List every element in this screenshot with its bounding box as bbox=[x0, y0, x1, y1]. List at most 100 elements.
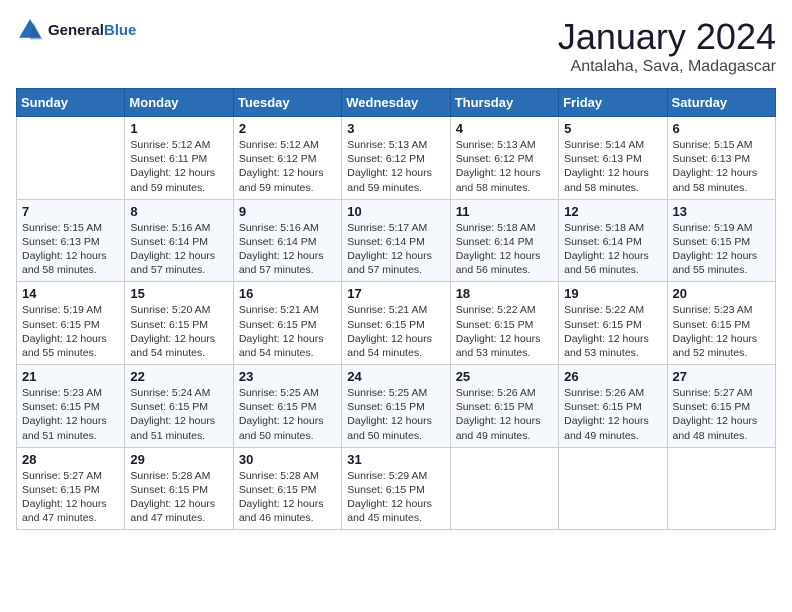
day-info: Sunrise: 5:26 AM Sunset: 6:15 PM Dayligh… bbox=[564, 386, 661, 443]
day-info: Sunrise: 5:16 AM Sunset: 6:14 PM Dayligh… bbox=[239, 221, 336, 278]
calendar-cell: 19 Sunrise: 5:22 AM Sunset: 6:15 PM Dayli… bbox=[559, 282, 667, 365]
calendar-cell: 23Sunrise: 5:25 AM Sunset: 6:15 PM Dayli… bbox=[233, 365, 341, 448]
day-info: Sunrise: 5:15 AM Sunset: 6:13 PM Dayligh… bbox=[22, 221, 119, 278]
day-info: Sunrise: 5:23 AM Sunset: 6:15 PM Dayligh… bbox=[22, 386, 119, 443]
calendar-week-row: 1Sunrise: 5:12 AM Sunset: 6:11 PM Daylig… bbox=[17, 117, 776, 200]
calendar-cell: 20Sunrise: 5:23 AM Sunset: 6:15 PM Dayli… bbox=[667, 282, 775, 365]
calendar-cell: 18 Sunrise: 5:22 AM Sunset: 6:15 PM Dayli… bbox=[450, 282, 558, 365]
calendar-week-row: 14Sunrise: 5:19 AM Sunset: 6:15 PM Dayli… bbox=[17, 282, 776, 365]
calendar-cell: 15 Sunrise: 5:20 AM Sunset: 6:15 PM Dayli… bbox=[125, 282, 233, 365]
day-info: Sunrise: 5:19 AM Sunset: 6:15 PM Dayligh… bbox=[673, 221, 770, 278]
day-number: 19 bbox=[564, 286, 661, 301]
day-info: Sunrise: 5:22 AM Sunset: 6:15 PM Dayligh… bbox=[456, 303, 553, 360]
calendar-cell bbox=[17, 117, 125, 200]
calendar-cell: 6 Sunrise: 5:15 AM Sunset: 6:13 PM Daylig… bbox=[667, 117, 775, 200]
calendar-cell: 24 Sunrise: 5:25 AM Sunset: 6:15 PM Dayli… bbox=[342, 365, 450, 448]
header-cell: Friday bbox=[559, 89, 667, 117]
day-number: 20 bbox=[673, 286, 770, 301]
calendar-cell: 30 Sunrise: 5:28 AM Sunset: 6:15 PM Dayli… bbox=[233, 447, 341, 530]
day-number: 6 bbox=[673, 121, 770, 136]
page-header: GeneralBlue January 2024 Antalaha, Sava,… bbox=[16, 16, 776, 76]
day-info: Sunrise: 5:15 AM Sunset: 6:13 PM Dayligh… bbox=[673, 138, 770, 195]
calendar-cell: 8Sunrise: 5:16 AM Sunset: 6:14 PM Daylig… bbox=[125, 199, 233, 282]
calendar-cell bbox=[450, 447, 558, 530]
header-cell: Saturday bbox=[667, 89, 775, 117]
calendar-cell: 26 Sunrise: 5:26 AM Sunset: 6:15 PM Dayli… bbox=[559, 365, 667, 448]
day-number: 4 bbox=[456, 121, 553, 136]
header-row: SundayMondayTuesdayWednesdayThursdayFrid… bbox=[17, 89, 776, 117]
day-info: Sunrise: 5:18 AM Sunset: 6:14 PM Dayligh… bbox=[456, 221, 553, 278]
day-info: Sunrise: 5:28 AM Sunset: 6:15 PM Dayligh… bbox=[130, 469, 227, 526]
day-number: 3 bbox=[347, 121, 444, 136]
calendar-cell: 2 Sunrise: 5:12 AM Sunset: 6:12 PM Daylig… bbox=[233, 117, 341, 200]
day-number: 21 bbox=[22, 369, 119, 384]
day-info: Sunrise: 5:19 AM Sunset: 6:15 PM Dayligh… bbox=[22, 303, 119, 360]
day-number: 15 bbox=[130, 286, 227, 301]
logo-text: GeneralBlue bbox=[48, 22, 136, 39]
header-cell: Wednesday bbox=[342, 89, 450, 117]
day-info: Sunrise: 5:22 AM Sunset: 6:15 PM Dayligh… bbox=[564, 303, 661, 360]
calendar-cell: 10Sunrise: 5:17 AM Sunset: 6:14 PM Dayli… bbox=[342, 199, 450, 282]
day-number: 8 bbox=[130, 204, 227, 219]
day-number: 18 bbox=[456, 286, 553, 301]
calendar-cell: 29Sunrise: 5:28 AM Sunset: 6:15 PM Dayli… bbox=[125, 447, 233, 530]
calendar-cell: 28Sunrise: 5:27 AM Sunset: 6:15 PM Dayli… bbox=[17, 447, 125, 530]
calendar-cell: 25Sunrise: 5:26 AM Sunset: 6:15 PM Dayli… bbox=[450, 365, 558, 448]
day-info: Sunrise: 5:13 AM Sunset: 6:12 PM Dayligh… bbox=[347, 138, 444, 195]
day-info: Sunrise: 5:12 AM Sunset: 6:12 PM Dayligh… bbox=[239, 138, 336, 195]
day-number: 13 bbox=[673, 204, 770, 219]
calendar-cell: 3 Sunrise: 5:13 AM Sunset: 6:12 PM Daylig… bbox=[342, 117, 450, 200]
day-info: Sunrise: 5:29 AM Sunset: 6:15 PM Dayligh… bbox=[347, 469, 444, 526]
day-number: 30 bbox=[239, 452, 336, 467]
calendar-title: January 2024 bbox=[558, 16, 776, 58]
day-info: Sunrise: 5:14 AM Sunset: 6:13 PM Dayligh… bbox=[564, 138, 661, 195]
calendar-cell: 14Sunrise: 5:19 AM Sunset: 6:15 PM Dayli… bbox=[17, 282, 125, 365]
day-info: Sunrise: 5:18 AM Sunset: 6:14 PM Dayligh… bbox=[564, 221, 661, 278]
day-info: Sunrise: 5:26 AM Sunset: 6:15 PM Dayligh… bbox=[456, 386, 553, 443]
day-info: Sunrise: 5:25 AM Sunset: 6:15 PM Dayligh… bbox=[347, 386, 444, 443]
header-cell: Thursday bbox=[450, 89, 558, 117]
day-info: Sunrise: 5:21 AM Sunset: 6:15 PM Dayligh… bbox=[347, 303, 444, 360]
day-number: 16 bbox=[239, 286, 336, 301]
calendar-week-row: 7Sunrise: 5:15 AM Sunset: 6:13 PM Daylig… bbox=[17, 199, 776, 282]
day-number: 31 bbox=[347, 452, 444, 467]
day-info: Sunrise: 5:20 AM Sunset: 6:15 PM Dayligh… bbox=[130, 303, 227, 360]
day-number: 5 bbox=[564, 121, 661, 136]
calendar-cell: 22 Sunrise: 5:24 AM Sunset: 6:15 PM Dayli… bbox=[125, 365, 233, 448]
day-info: Sunrise: 5:24 AM Sunset: 6:15 PM Dayligh… bbox=[130, 386, 227, 443]
calendar-cell: 21 Sunrise: 5:23 AM Sunset: 6:15 PM Dayli… bbox=[17, 365, 125, 448]
header-cell: Tuesday bbox=[233, 89, 341, 117]
day-number: 2 bbox=[239, 121, 336, 136]
calendar-cell: 4 Sunrise: 5:13 AM Sunset: 6:12 PM Daylig… bbox=[450, 117, 558, 200]
day-number: 27 bbox=[673, 369, 770, 384]
calendar-cell: 5 Sunrise: 5:14 AM Sunset: 6:13 PM Daylig… bbox=[559, 117, 667, 200]
day-info: Sunrise: 5:25 AM Sunset: 6:15 PM Dayligh… bbox=[239, 386, 336, 443]
calendar-cell bbox=[667, 447, 775, 530]
calendar-cell: 9 Sunrise: 5:16 AM Sunset: 6:14 PM Daylig… bbox=[233, 199, 341, 282]
day-number: 24 bbox=[347, 369, 444, 384]
calendar-cell: 11Sunrise: 5:18 AM Sunset: 6:14 PM Dayli… bbox=[450, 199, 558, 282]
day-info: Sunrise: 5:13 AM Sunset: 6:12 PM Dayligh… bbox=[456, 138, 553, 195]
calendar-week-row: 21 Sunrise: 5:23 AM Sunset: 6:15 PM Dayli… bbox=[17, 365, 776, 448]
calendar-cell: 16 Sunrise: 5:21 AM Sunset: 6:15 PM Dayli… bbox=[233, 282, 341, 365]
calendar-subtitle: Antalaha, Sava, Madagascar bbox=[558, 58, 776, 76]
day-info: Sunrise: 5:27 AM Sunset: 6:15 PM Dayligh… bbox=[22, 469, 119, 526]
day-number: 9 bbox=[239, 204, 336, 219]
calendar-body: 1Sunrise: 5:12 AM Sunset: 6:11 PM Daylig… bbox=[17, 117, 776, 530]
title-block: January 2024 Antalaha, Sava, Madagascar bbox=[558, 16, 776, 76]
day-number: 26 bbox=[564, 369, 661, 384]
day-info: Sunrise: 5:27 AM Sunset: 6:15 PM Dayligh… bbox=[673, 386, 770, 443]
day-info: Sunrise: 5:17 AM Sunset: 6:14 PM Dayligh… bbox=[347, 221, 444, 278]
calendar-cell: 27 Sunrise: 5:27 AM Sunset: 6:15 PM Dayli… bbox=[667, 365, 775, 448]
day-info: Sunrise: 5:28 AM Sunset: 6:15 PM Dayligh… bbox=[239, 469, 336, 526]
calendar-cell: 1Sunrise: 5:12 AM Sunset: 6:11 PM Daylig… bbox=[125, 117, 233, 200]
logo-icon bbox=[16, 16, 44, 44]
day-number: 12 bbox=[564, 204, 661, 219]
calendar-week-row: 28Sunrise: 5:27 AM Sunset: 6:15 PM Dayli… bbox=[17, 447, 776, 530]
day-number: 22 bbox=[130, 369, 227, 384]
calendar-header: SundayMondayTuesdayWednesdayThursdayFrid… bbox=[17, 89, 776, 117]
calendar-cell: 13 Sunrise: 5:19 AM Sunset: 6:15 PM Dayli… bbox=[667, 199, 775, 282]
header-cell: Monday bbox=[125, 89, 233, 117]
day-info: Sunrise: 5:21 AM Sunset: 6:15 PM Dayligh… bbox=[239, 303, 336, 360]
day-number: 17 bbox=[347, 286, 444, 301]
